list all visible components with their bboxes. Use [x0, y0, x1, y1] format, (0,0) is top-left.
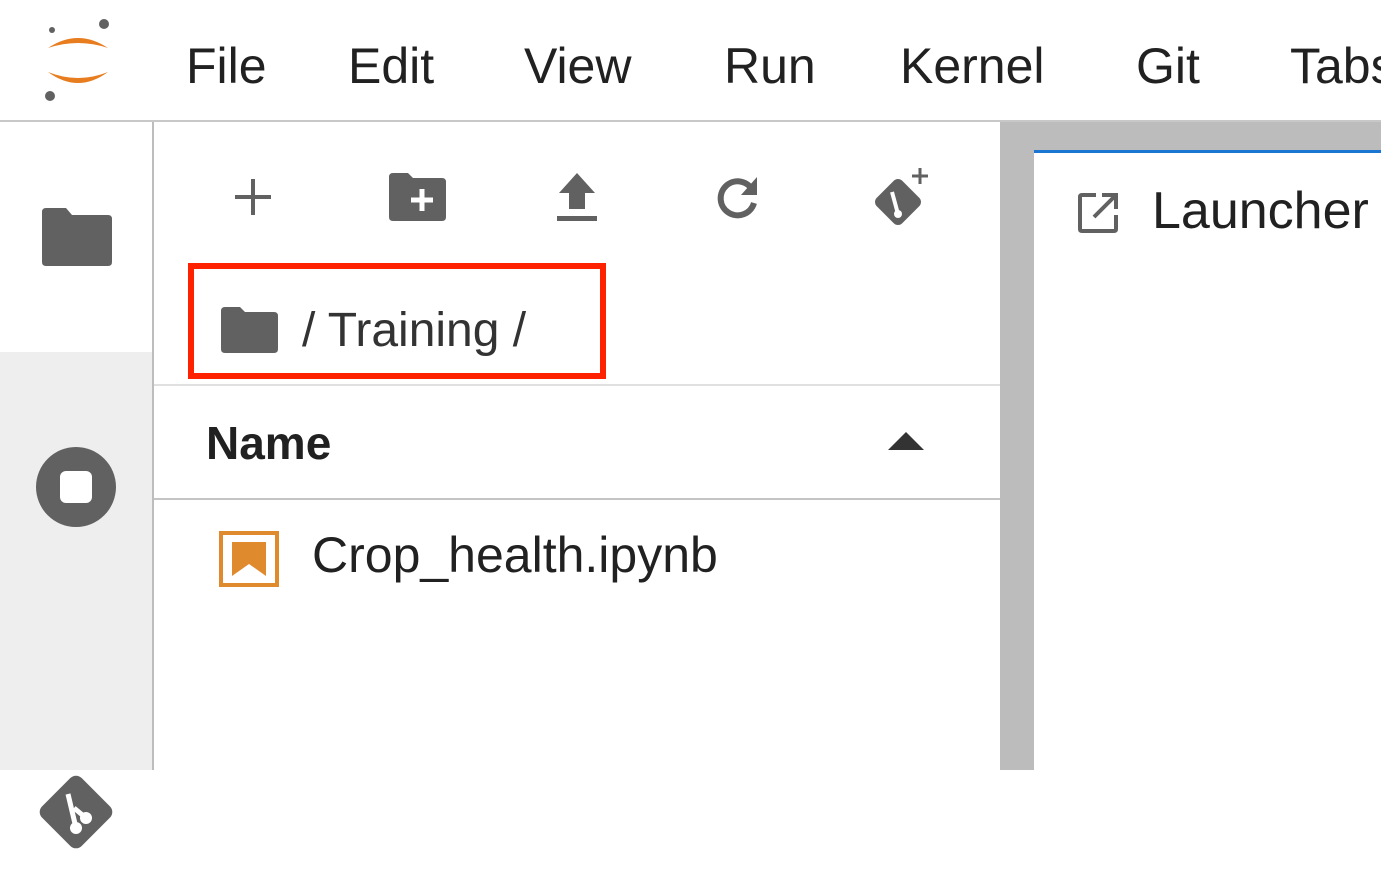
- new-folder-button[interactable]: [382, 162, 452, 232]
- upload-button[interactable]: [542, 162, 612, 232]
- menu-git[interactable]: Git: [1136, 36, 1200, 96]
- git-tab[interactable]: [0, 752, 152, 872]
- menu-run[interactable]: Run: [724, 36, 816, 96]
- sort-ascending-icon[interactable]: [886, 430, 926, 452]
- launcher-icon: [1078, 193, 1118, 233]
- breadcrumb-path[interactable]: / Training /: [302, 303, 526, 358]
- activity-bar: [0, 122, 154, 849]
- plus-icon: [235, 179, 271, 215]
- file-name: Crop_health.ipynb: [312, 527, 718, 583]
- running-icon: [36, 447, 116, 527]
- folder-icon: [42, 208, 112, 266]
- main-dock-area: Launcher: [1034, 122, 1381, 770]
- panel-splitter[interactable]: [1000, 122, 1034, 770]
- launcher-content: [1034, 293, 1381, 770]
- jupyter-logo-icon[interactable]: [38, 14, 118, 106]
- new-launcher-button[interactable]: [218, 162, 288, 232]
- git-icon: [39, 775, 113, 849]
- home-folder-icon[interactable]: [218, 305, 280, 355]
- menu-file[interactable]: File: [186, 36, 267, 96]
- refresh-button[interactable]: [702, 162, 772, 232]
- upload-icon: [557, 173, 597, 221]
- file-list-header: Name: [154, 384, 1000, 500]
- file-browser-panel: / Training / Name Crop_health.ipynb: [154, 122, 1000, 770]
- tab-label: Launcher: [1152, 182, 1369, 240]
- menu-edit[interactable]: Edit: [348, 36, 434, 96]
- refresh-icon: [717, 177, 757, 219]
- git-clone-button[interactable]: [866, 162, 936, 232]
- notebook-icon: [219, 531, 279, 587]
- git-clone-icon: [875, 168, 928, 225]
- menu-bar: File Edit View Run Kernel Git Tabs: [0, 0, 1381, 122]
- file-browser-tab[interactable]: [0, 122, 152, 352]
- list-item[interactable]: Crop_health.ipynb: [154, 500, 1000, 620]
- running-sessions-tab[interactable]: [0, 422, 152, 552]
- menu-kernel[interactable]: Kernel: [900, 36, 1045, 96]
- new-folder-icon: [389, 173, 446, 221]
- name-column-header[interactable]: Name: [206, 416, 331, 470]
- menu-view[interactable]: View: [524, 36, 631, 96]
- tab-launcher[interactable]: Launcher: [1034, 150, 1381, 295]
- breadcrumb: / Training /: [218, 290, 526, 370]
- menu-tabs[interactable]: Tabs: [1290, 36, 1381, 96]
